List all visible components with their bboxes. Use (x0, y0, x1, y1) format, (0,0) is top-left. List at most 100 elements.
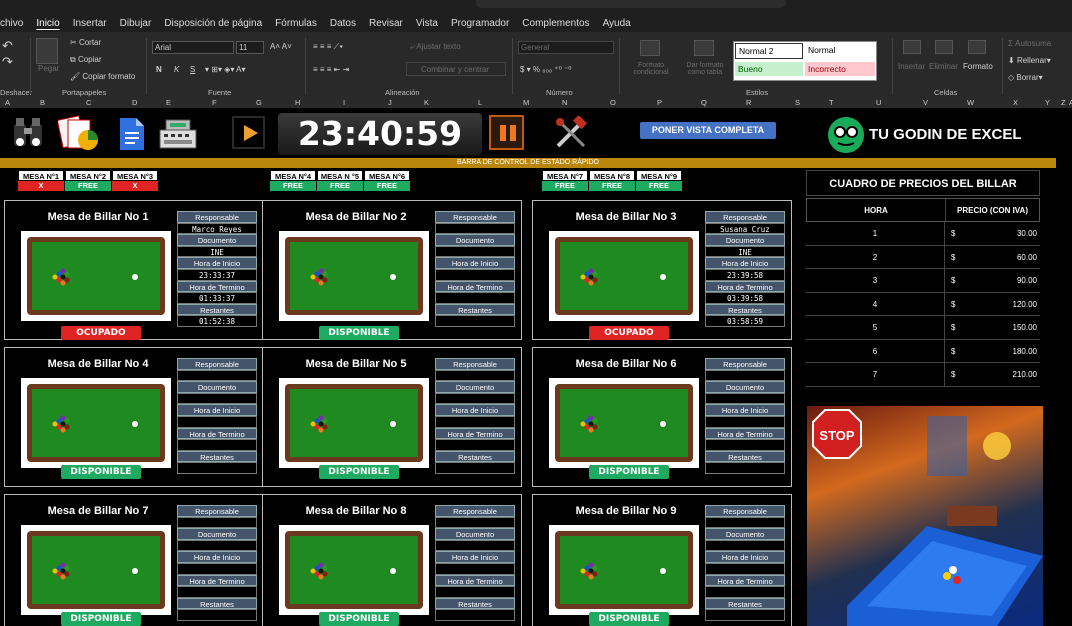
paste-button[interactable]: Pegar (38, 64, 59, 73)
info-value-inicio[interactable]: 23:39:58 (705, 268, 785, 281)
column-header[interactable]: Z (1061, 98, 1066, 107)
info-value-inicio[interactable] (177, 562, 257, 575)
pause-timer-button[interactable] (489, 115, 524, 150)
tab-disposici-n-de-p-gina[interactable]: Disposición de página (164, 18, 262, 29)
column-header[interactable]: I (343, 98, 345, 107)
cash-register-icon[interactable] (156, 114, 200, 152)
hora-cell[interactable]: 2 (806, 245, 945, 268)
info-value-documento[interactable] (435, 392, 515, 405)
column-header[interactable]: J (388, 98, 392, 107)
align-top-icon[interactable]: ≡ ≡ ≡ ⟋▾ (313, 42, 343, 52)
cut-button[interactable]: ✂ Cortar (70, 38, 101, 47)
column-header[interactable]: R (746, 98, 751, 107)
align-left-icon[interactable]: ≡ ≡ ≡ ⇤ ⇥ (313, 65, 349, 74)
tab-chivo[interactable]: chivo (0, 18, 23, 29)
tab-insertar[interactable]: Insertar (73, 18, 107, 29)
info-value-termino[interactable]: 03:39:58 (705, 292, 785, 304)
info-value-termino[interactable] (177, 586, 257, 598)
precio-cell[interactable]: 60.00 (1017, 246, 1037, 269)
info-value-inicio[interactable] (435, 268, 515, 281)
fill-button[interactable]: ⬇ Rellenar▾ (1008, 56, 1051, 65)
conditional-format-icon[interactable] (640, 40, 660, 56)
column-header[interactable]: K (424, 98, 429, 107)
info-value-termino[interactable] (705, 586, 785, 598)
document-icon[interactable] (118, 116, 146, 152)
info-value-documento[interactable] (435, 539, 515, 552)
info-value-restantes[interactable] (435, 609, 515, 621)
mesa-status-badge[interactable]: DISPONIBLE (589, 465, 669, 479)
tab-datos[interactable]: Datos (330, 18, 356, 29)
info-value-restantes[interactable] (177, 462, 257, 474)
format-cells-icon[interactable] (968, 40, 986, 54)
font-grow-icon[interactable]: A˄ A˅ (270, 42, 292, 51)
mesa-status-badge[interactable]: DISPONIBLE (319, 465, 399, 479)
format-cells-button[interactable]: Formato (963, 62, 993, 71)
column-header[interactable]: O (610, 98, 616, 107)
precio-cell[interactable]: 150.00 (1013, 316, 1037, 339)
style-normal2[interactable]: Normal 2 (735, 43, 803, 59)
tab-dibujar[interactable]: Dibujar (120, 18, 152, 29)
info-value-documento[interactable]: INE (177, 245, 257, 258)
column-header[interactable]: P (657, 98, 662, 107)
info-value-restantes[interactable] (705, 462, 785, 474)
info-value-inicio[interactable] (705, 562, 785, 575)
info-value-responsable[interactable]: Susana Cruz (705, 222, 785, 235)
insert-cells-icon[interactable] (903, 40, 921, 54)
format-table-button[interactable]: Dar formato como tabla (680, 62, 730, 76)
hora-cell[interactable]: 3 (806, 269, 945, 292)
info-value-documento[interactable] (705, 392, 785, 405)
number-format-select[interactable]: General (518, 41, 614, 54)
redo-icon[interactable]: ↷ (2, 54, 13, 70)
tab-vista[interactable]: Vista (416, 18, 438, 29)
font-size-select[interactable]: 11 (236, 41, 264, 54)
info-value-inicio[interactable] (435, 415, 515, 428)
precio-cell[interactable]: 210.00 (1013, 363, 1037, 386)
info-value-inicio[interactable]: 23:33:37 (177, 268, 257, 281)
column-header[interactable]: N (562, 98, 567, 107)
report-chart-icon[interactable] (58, 114, 102, 152)
precio-cell[interactable]: 90.00 (1017, 269, 1037, 292)
info-value-documento[interactable] (177, 392, 257, 405)
styles-gallery[interactable]: Normal 2 Normal Bueno Incorrecto (733, 41, 877, 81)
column-header[interactable]: E (166, 98, 171, 107)
font-family-select[interactable]: Arial (152, 41, 234, 54)
currency-icon[interactable]: $ ▾ % ₀₀₀ ⁺⁰ ⁻⁰ (520, 65, 572, 74)
info-value-restantes[interactable] (435, 315, 515, 327)
bold-button[interactable]: N (156, 65, 162, 74)
hora-cell[interactable]: 7 (806, 363, 945, 386)
info-value-termino[interactable] (435, 292, 515, 304)
merge-center-button[interactable]: Combinar y centrar (406, 62, 506, 76)
info-value-responsable[interactable] (435, 516, 515, 529)
underline-button[interactable]: S (190, 65, 195, 74)
format-table-icon[interactable] (694, 40, 714, 56)
undo-icon[interactable]: ↶ (2, 38, 13, 54)
column-header[interactable]: W (967, 98, 974, 107)
search-box[interactable] (476, 0, 786, 8)
column-header[interactable]: F (212, 98, 217, 107)
format-painter-button[interactable]: 🖌 Copiar formato (70, 72, 135, 81)
delete-cells-button[interactable]: Eliminar (929, 62, 958, 71)
info-value-termino[interactable] (177, 439, 257, 451)
precio-cell[interactable]: 30.00 (1017, 222, 1037, 245)
info-value-restantes[interactable] (435, 462, 515, 474)
column-header[interactable]: Y (1045, 98, 1050, 107)
clear-button[interactable]: ◇ Borrar▾ (1008, 73, 1043, 82)
column-header[interactable]: Q (701, 98, 707, 107)
column-header[interactable]: B (40, 98, 45, 107)
tab-f-rmulas[interactable]: Fórmulas (275, 18, 317, 29)
hora-cell[interactable]: 6 (806, 339, 945, 362)
column-header[interactable]: C (86, 98, 91, 107)
mesa-status-badge[interactable]: OCUPADO (589, 326, 669, 340)
info-value-restantes[interactable] (177, 609, 257, 621)
info-value-termino[interactable] (435, 586, 515, 598)
column-header[interactable]: M (523, 98, 529, 107)
info-value-restantes[interactable] (705, 609, 785, 621)
precio-cell[interactable]: 120.00 (1013, 293, 1037, 316)
binoculars-icon[interactable] (12, 114, 46, 150)
mesa-status-badge[interactable]: DISPONIBLE (61, 612, 141, 626)
info-value-restantes[interactable]: 03:58:59 (705, 315, 785, 327)
precio-cell[interactable]: 180.00 (1013, 340, 1037, 363)
info-value-inicio[interactable] (705, 415, 785, 428)
info-value-documento[interactable]: INE (705, 245, 785, 258)
info-value-documento[interactable] (435, 245, 515, 258)
